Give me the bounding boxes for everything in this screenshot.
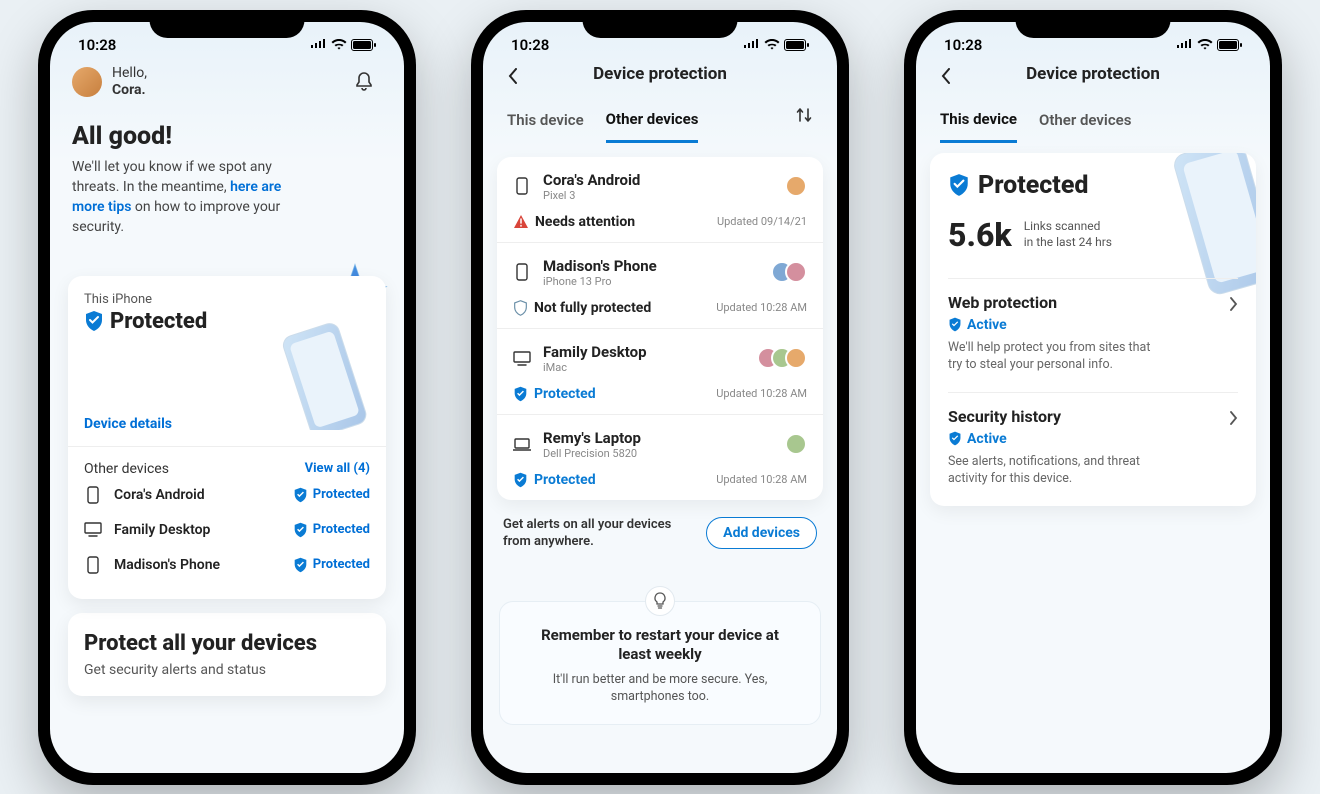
links-scanned-count: 5.6k [948,216,1012,254]
tip-title: Remember to restart your device at least… [528,626,792,665]
device-type-icon [84,486,102,504]
promo-card: Protect all your devices Get security al… [68,613,386,696]
chevron-left-icon [508,68,518,84]
device-row[interactable]: Family Desktop Protected [84,513,370,547]
device-updated: Updated 09/14/21 [717,215,807,228]
status-time: 10:28 [511,36,549,54]
status-time: 10:28 [944,36,982,54]
device-model: Pixel 3 [543,189,773,202]
device-name: Cora's Android [114,487,281,503]
page-title: Device protection [593,64,727,84]
alert-text: Get alerts on all your devices from anyw… [503,516,692,551]
status-description: We'll let you know if we spot any threat… [72,157,302,238]
device-name: Madison's Phone [114,557,281,573]
device-updated: Updated 10:28 AM [716,387,807,400]
device-type-icon [84,522,102,537]
shield-check-icon [948,431,962,446]
avatar-group [785,433,807,455]
tab-other-devices[interactable]: Other devices [606,110,699,143]
chevron-right-icon [1230,297,1238,311]
shield-check-icon [948,173,970,197]
device-status: Protected [293,487,370,503]
avatar[interactable] [72,67,102,97]
device-type-icon [513,177,531,195]
add-devices-button[interactable]: Add devices [706,517,817,549]
device-status: Protected [513,386,596,402]
device-row[interactable]: Madison's Phone Protected [84,547,370,583]
device-list: Cora's AndroidPixel 3 Needs attention Upda… [497,157,823,500]
this-device-card: This iPhone Protected Device details Oth… [68,276,386,599]
avatar-group [785,175,807,197]
greeting-name: Cora. [112,82,336,99]
tab-this-device[interactable]: This device [507,111,584,141]
device-item[interactable]: Remy's LaptopDell Precision 5820 Protecte… [497,415,823,500]
web-protection-title: Web protection [948,293,1238,312]
device-updated: Updated 10:28 AM [716,473,807,486]
protected-label: Protected [978,171,1088,200]
security-history-title: Security history [948,407,1238,426]
page-title: Device protection [1026,64,1160,84]
notifications-button[interactable] [346,64,382,100]
chevron-left-icon [941,68,951,84]
chevron-right-icon [1230,411,1238,425]
avatar-group [771,261,807,283]
status-time: 10:28 [78,36,116,54]
tip-subtitle: It'll run better and be more secure. Yes… [528,671,792,706]
security-history-row[interactable]: Security history Active See alerts, noti… [948,392,1238,488]
device-name: Family Desktop [114,522,281,538]
device-name: Remy's Laptop [543,429,773,447]
device-details-link[interactable]: Device details [84,416,172,432]
promo-title: Protect all your devices [84,631,370,656]
promo-subtitle: Get security alerts and status [84,662,370,678]
device-item[interactable]: Family DesktopiMac Protected Updated 10:28… [497,329,823,415]
device-type-icon [513,351,531,366]
device-status: Needs attention [513,214,635,230]
device-model: Dell Precision 5820 [543,447,773,460]
phone-mockup-2: 10:28 Device protection This device Othe… [471,10,849,785]
sort-button[interactable] [795,106,813,124]
lightbulb-icon [645,586,675,616]
device-updated: Updated 10:28 AM [716,301,807,314]
other-devices-label: Other devices [84,461,169,477]
shield-check-icon [84,310,104,332]
device-status: Protected [513,472,596,488]
avatar-group [757,347,807,369]
device-model: iPhone 13 Pro [543,275,759,288]
this-device-card: Protected 5.6k Links scanned in the last… [930,153,1256,506]
greeting-hello: Hello, [112,65,336,82]
shield-check-icon [948,317,962,332]
headline: All good! [72,122,382,151]
device-model: iMac [543,361,745,374]
phone-mockup-3: 10:28 Device protection This device Othe… [904,10,1282,785]
device-type-icon [513,263,531,281]
sort-icon [795,106,813,124]
back-button[interactable] [934,64,958,88]
card-status: Protected [110,309,207,334]
back-button[interactable] [501,64,525,88]
status-icons [310,39,376,51]
device-status: Not fully protected [513,300,651,316]
device-name: Cora's Android [543,171,773,189]
device-type-icon [84,556,102,574]
card-label: This iPhone [84,292,370,307]
device-status: Protected [293,522,370,538]
bell-icon [354,71,374,93]
device-type-icon [513,438,531,451]
device-item[interactable]: Madison's PhoneiPhone 13 Pro Not fully pr… [497,243,823,329]
tab-this-device[interactable]: This device [940,110,1017,143]
device-row[interactable]: Cora's Android Protected [84,477,370,513]
device-name: Family Desktop [543,343,745,361]
phone-illustration [252,320,392,430]
phone-mockup-1: 10:28 Hello, Cora. All good! We'll let y… [38,10,416,785]
device-name: Madison's Phone [543,257,759,275]
tab-other-devices[interactable]: Other devices [1039,111,1131,141]
device-status: Protected [293,557,370,573]
device-item[interactable]: Cora's AndroidPixel 3 Needs attention Upda… [497,157,823,243]
view-all-link[interactable]: View all (4) [305,461,370,476]
tip-card: Remember to restart your device at least… [499,601,821,725]
web-protection-row[interactable]: Web protection Active We'll help protect… [948,278,1238,374]
